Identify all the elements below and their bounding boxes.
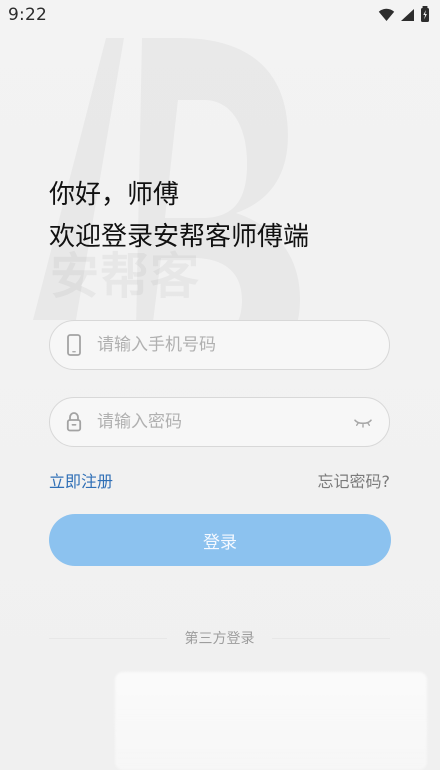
greeting-title: 你好，师傅 (49, 180, 180, 210)
watermark-brand-text: 安帮客 (50, 252, 200, 301)
greeting: 你好，师傅 欢迎登录安帮客师傅端 (49, 174, 309, 258)
third-party-login-area (115, 672, 427, 770)
lock-icon (50, 398, 98, 446)
wifi-icon (378, 8, 395, 22)
password-input[interactable] (97, 412, 337, 432)
divider-line-left (49, 638, 167, 639)
battery-icon (420, 6, 430, 23)
forgot-password-link[interactable]: 忘记密码? (318, 468, 391, 492)
login-button[interactable]: 登录 (49, 514, 391, 566)
status-bar: 9:22 (0, 0, 440, 32)
greeting-subtitle: 欢迎登录安帮客师傅端 (49, 222, 310, 252)
third-party-login-label: 第三方登录 (184, 631, 255, 647)
eye-closed-icon[interactable] (351, 411, 375, 435)
phone-input[interactable] (97, 335, 337, 355)
phone-field[interactable] (49, 320, 390, 370)
third-party-login-divider: 第三方登录 (49, 629, 390, 649)
divider-line-right (272, 638, 390, 639)
signal-icon (400, 8, 415, 22)
login-screen: 9:22 安帮客 (0, 0, 440, 770)
password-field[interactable] (49, 397, 390, 447)
status-time: 9:22 (8, 5, 47, 25)
phone-icon (50, 321, 98, 369)
status-icons (378, 6, 430, 23)
register-link[interactable]: 立即注册 (49, 468, 113, 492)
